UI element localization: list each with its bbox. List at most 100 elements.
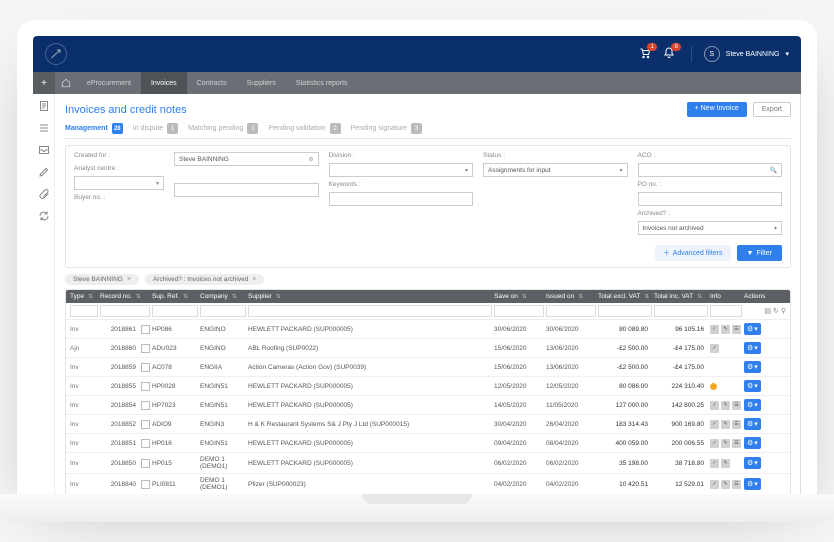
row-action-button[interactable]: ⚙▾ bbox=[744, 380, 761, 392]
row-checkbox[interactable] bbox=[141, 382, 150, 391]
col-filter-info[interactable] bbox=[710, 305, 742, 317]
tool-doc-icon[interactable] bbox=[38, 100, 50, 112]
bell-icon[interactable]: 8 bbox=[663, 47, 675, 61]
col-filter-inc[interactable] bbox=[654, 305, 708, 317]
col-filter-type[interactable] bbox=[70, 305, 98, 317]
nav-item-contracts[interactable]: Contracts bbox=[187, 72, 237, 94]
chip-remove[interactable]: × bbox=[127, 276, 131, 283]
division-select[interactable]: ▾ bbox=[329, 163, 474, 177]
chevron-down-icon: ▾ bbox=[754, 459, 758, 467]
tool-edit-icon[interactable] bbox=[38, 166, 50, 178]
created-for-input[interactable]: Steve BAINNING⊘ bbox=[174, 152, 319, 166]
tab-matching-pending[interactable]: Matching pending1 bbox=[188, 123, 258, 134]
chevron-down-icon: ▾ bbox=[754, 382, 758, 390]
tab-management[interactable]: Management28 bbox=[65, 123, 123, 134]
row-action-button[interactable]: ⚙▾ bbox=[744, 478, 761, 490]
export-button[interactable]: Export bbox=[753, 102, 791, 117]
chevron-down-icon: ▾ bbox=[754, 480, 758, 488]
tool-refresh-icon[interactable] bbox=[38, 210, 50, 222]
tool-list-icon[interactable] bbox=[38, 122, 50, 134]
row-checkbox[interactable] bbox=[141, 439, 150, 448]
col-header-total-inc-vat[interactable]: Total inc. VAT bbox=[654, 293, 708, 300]
col-filter-excl[interactable] bbox=[598, 305, 652, 317]
tab-pending-signature[interactable]: Pending signature3 bbox=[351, 123, 422, 134]
page-title: Invoices and credit notes bbox=[65, 104, 187, 116]
nav-item-invoices[interactable]: Invoices bbox=[141, 72, 187, 94]
row-checkbox[interactable] bbox=[141, 363, 150, 372]
row-action-button[interactable]: ⚙▾ bbox=[744, 457, 761, 469]
avatar: S bbox=[704, 46, 720, 62]
filter-row-tools[interactable]: ▤↻⚲ bbox=[744, 305, 786, 317]
row-action-button[interactable]: ⚙▾ bbox=[744, 399, 761, 411]
table-row: Inv2018840PLI0811DEMO 1 (DEMO1)Pfizer (S… bbox=[66, 474, 790, 495]
status-select[interactable]: Assignments for input▾ bbox=[483, 163, 628, 177]
keywords-input[interactable] bbox=[329, 192, 474, 206]
col-header-supplier[interactable]: Supplier bbox=[248, 293, 492, 300]
row-checkbox[interactable] bbox=[141, 325, 150, 334]
table-row: Ajn2018860ADU023ENGINOABL Roofing (SUP00… bbox=[66, 339, 790, 358]
po-no-label: PO no. : bbox=[638, 181, 783, 188]
nav-item-eprocurement[interactable]: eProcurement bbox=[77, 72, 141, 94]
nav-add-button[interactable]: + bbox=[33, 72, 55, 94]
info-g-icon: ☰ bbox=[732, 480, 741, 489]
row-checkbox[interactable] bbox=[141, 401, 150, 410]
col-filter-save[interactable] bbox=[494, 305, 544, 317]
col-filter-issued[interactable] bbox=[546, 305, 596, 317]
table-row: Inv2018854HP7023ENGIN51HEWLETT PACKARD (… bbox=[66, 396, 790, 415]
row-checkbox[interactable] bbox=[141, 480, 150, 489]
info-e-icon: ✎ bbox=[721, 401, 730, 410]
chevron-down-icon: ▾ bbox=[754, 325, 758, 333]
buyer-no-input[interactable] bbox=[174, 183, 319, 197]
nav-item-statistics-reports[interactable]: Statistics reports bbox=[286, 72, 358, 94]
row-checkbox[interactable] bbox=[141, 344, 150, 353]
row-action-button[interactable]: ⚙▾ bbox=[744, 342, 761, 354]
cart-badge: 1 bbox=[647, 43, 656, 51]
advanced-filters-button[interactable]: ＋Advanced filters bbox=[655, 245, 731, 261]
col-filter-supplier[interactable] bbox=[248, 305, 492, 317]
tool-inbox-icon[interactable] bbox=[38, 144, 50, 156]
row-checkbox[interactable] bbox=[141, 420, 150, 429]
tab-pending-validation[interactable]: Pending validation2 bbox=[268, 123, 340, 134]
cart-icon[interactable]: 1 bbox=[639, 47, 651, 61]
col-header-info[interactable]: Info bbox=[710, 293, 742, 300]
gear-icon: ⚙ bbox=[747, 344, 753, 352]
col-header-total-excl-vat[interactable]: Total excl. VAT bbox=[598, 293, 652, 300]
nav-home-icon[interactable] bbox=[55, 72, 77, 94]
new-invoice-button[interactable]: + New Invoice bbox=[687, 102, 747, 117]
filter-button[interactable]: ▼Filter bbox=[737, 245, 783, 261]
analyst-centre-select[interactable]: ▾ bbox=[74, 176, 164, 190]
gear-icon: ⚙ bbox=[747, 439, 753, 447]
keywords-label: Keywords : bbox=[329, 181, 474, 188]
tool-attach-icon[interactable] bbox=[38, 188, 50, 200]
col-header-sup-ref-[interactable]: Sup. Ref. bbox=[152, 293, 198, 300]
info-e-icon: ✎ bbox=[721, 325, 730, 334]
tab-in-dispute[interactable]: In dispute1 bbox=[133, 123, 178, 134]
col-header-type[interactable]: Type bbox=[70, 293, 98, 300]
row-action-button[interactable]: ⚙▾ bbox=[744, 418, 761, 430]
user-menu[interactable]: S Steve BAINNING ▾ bbox=[691, 46, 789, 62]
chip-remove[interactable]: × bbox=[252, 276, 256, 283]
col-header-save-on[interactable]: Save on bbox=[494, 293, 544, 300]
col-header-company[interactable]: Company bbox=[200, 293, 246, 300]
po-no-input[interactable] bbox=[638, 192, 783, 206]
info-v-icon: ✓ bbox=[710, 459, 719, 468]
info-v-icon: ✓ bbox=[710, 325, 719, 334]
aco-label: ACO : bbox=[638, 152, 783, 159]
nav-item-suppliers[interactable]: Suppliers bbox=[237, 72, 286, 94]
col-filter-company[interactable] bbox=[200, 305, 246, 317]
row-action-button[interactable]: ⚙▾ bbox=[744, 437, 761, 449]
aco-input[interactable]: 🔍 bbox=[638, 163, 783, 177]
row-checkbox[interactable] bbox=[141, 459, 150, 468]
col-filter-record[interactable] bbox=[100, 305, 150, 317]
app-logo[interactable] bbox=[45, 43, 67, 65]
row-action-button[interactable]: ⚙▾ bbox=[744, 323, 761, 335]
gear-icon: ⚙ bbox=[747, 459, 753, 467]
archived-select[interactable]: Invoices not archived▾ bbox=[638, 221, 783, 235]
col-header-record-no-[interactable]: Record no. bbox=[100, 293, 150, 300]
col-header-issued-on[interactable]: Issued on bbox=[546, 293, 596, 300]
info-e-icon: ✎ bbox=[721, 439, 730, 448]
col-filter-supref[interactable] bbox=[152, 305, 198, 317]
col-header-actions[interactable]: Actions bbox=[744, 293, 786, 300]
row-action-button[interactable]: ⚙▾ bbox=[744, 361, 761, 373]
alert-dot-icon bbox=[710, 383, 717, 390]
